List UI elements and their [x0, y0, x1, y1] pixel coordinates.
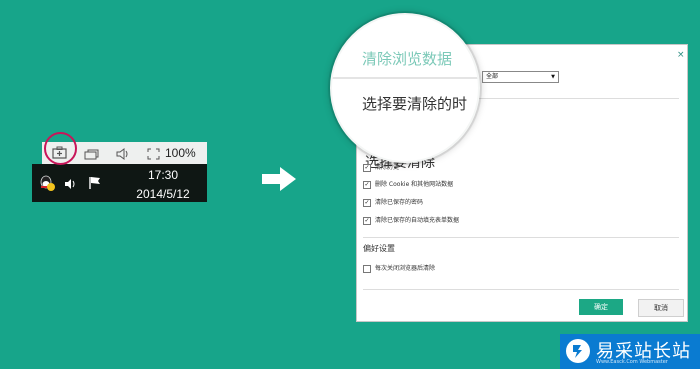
qq-icon[interactable] — [38, 174, 56, 197]
checkbox-label: 清除历史 — [375, 164, 400, 171]
volume-icon[interactable] — [116, 147, 130, 165]
checkbox-label: 删除 Cookie 和其他网站数据 — [375, 181, 454, 188]
confirm-button[interactable]: 确定 — [579, 299, 623, 315]
checkbox-label: 清除已保存的自动填充表单数据 — [375, 217, 460, 224]
checkbox[interactable]: ✓ — [363, 180, 371, 189]
divider — [332, 77, 478, 79]
time-range-select[interactable]: 全部 ▼ — [482, 71, 559, 83]
window-icon[interactable] — [84, 147, 99, 165]
checkbox-row-autofill[interactable]: ✓ 清除已保存的自动填充表单数据 — [363, 216, 459, 226]
clock-date: 2014/5/12 — [136, 187, 190, 201]
time-range-value: 全部 — [486, 73, 499, 80]
divider — [363, 237, 679, 238]
checkbox-row-cookies[interactable]: ✓ 删除 Cookie 和其他网站数据 — [363, 180, 453, 190]
checkbox[interactable]: ✓ — [363, 163, 371, 172]
checkbox[interactable]: ✓ — [363, 216, 371, 225]
logo-mark-icon — [566, 339, 590, 363]
speaker-icon[interactable] — [64, 177, 78, 195]
checkbox-label: 清除已保存的密码 — [375, 199, 424, 206]
checkbox[interactable] — [363, 264, 371, 273]
time-range-label: 选择要清除的时 — [362, 95, 468, 113]
arrow-right-icon — [262, 166, 298, 197]
cancel-button[interactable]: 取消 — [638, 299, 684, 317]
checkbox[interactable]: ✓ — [363, 198, 371, 207]
checkbox-row-history[interactable]: ✓ 清除历史 — [363, 163, 399, 173]
logo-url: Www.Easck.Com Webmaster — [596, 359, 668, 365]
magnifier-lens: 清除浏览数据 选择要清除的时 — [330, 13, 480, 163]
chevron-down-icon: ▼ — [551, 74, 555, 80]
clock-time: 17:30 — [147, 168, 179, 182]
checkbox-label: 每次关闭浏览器后清除 — [375, 265, 436, 272]
checkbox-row-passwords[interactable]: ✓ 清除已保存的密码 — [363, 198, 423, 208]
windows-taskbar: 17:30 2014/5/12 — [32, 164, 207, 202]
zoom-level[interactable]: 100% — [165, 146, 196, 160]
highlight-ring — [44, 132, 77, 165]
flag-icon[interactable] — [88, 176, 102, 195]
section-prefs-heading: 偏好设置 — [363, 244, 395, 253]
close-icon[interactable]: × — [677, 50, 685, 60]
divider — [363, 289, 679, 290]
clock[interactable]: 17:30 2014/5/12 — [120, 168, 206, 202]
checkbox-row-clear-on-close[interactable]: 每次关闭浏览器后清除 — [363, 264, 435, 274]
fullscreen-icon[interactable] — [147, 147, 160, 165]
dialog-title: 清除浏览数据 — [362, 50, 453, 68]
site-logo: 易采站长站 Www.Easck.Com Webmaster — [560, 334, 700, 369]
